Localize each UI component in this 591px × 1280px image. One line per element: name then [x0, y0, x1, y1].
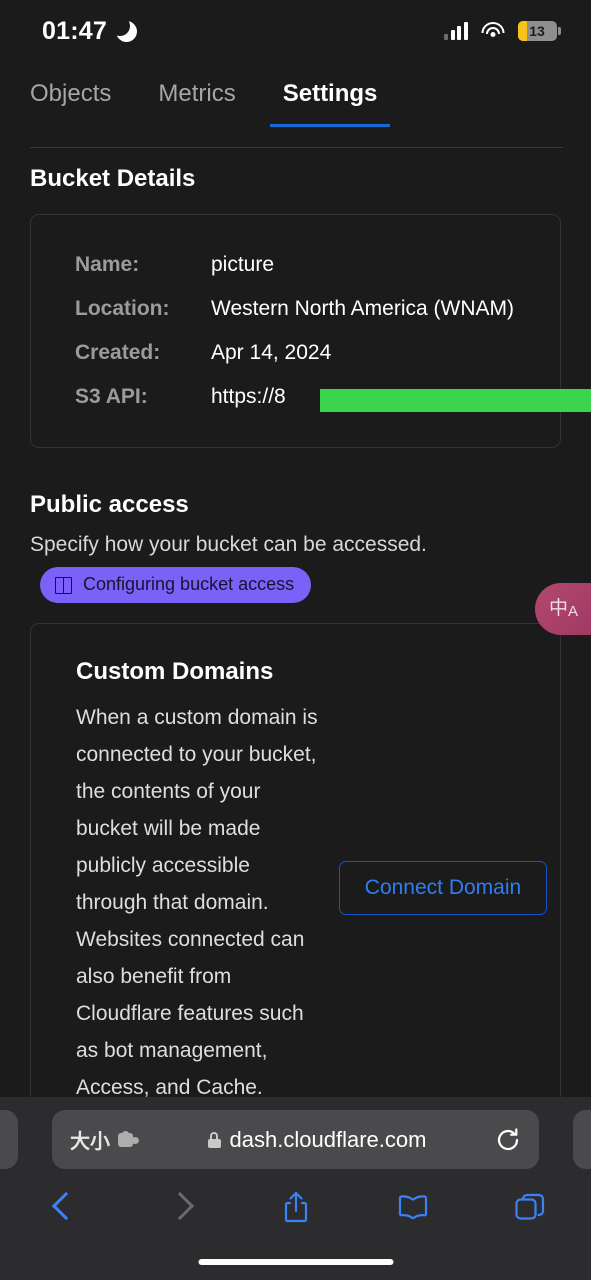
bookmarks-button[interactable]: [390, 1184, 436, 1230]
detail-value: Western North America (WNAM): [211, 297, 514, 320]
phone-screen: 01:47 13 Objects Metrics Settings Bucket…: [0, 0, 591, 1280]
translate-glyph-secondary: A: [568, 603, 578, 620]
puzzle-piece-icon[interactable]: [118, 1130, 139, 1149]
battery-indicator: 13: [517, 21, 561, 41]
back-icon: [53, 1192, 70, 1222]
custom-domains-card: Custom Domains When a custom domain is c…: [30, 623, 561, 1097]
home-indicator: [198, 1259, 393, 1265]
forward-icon: [170, 1192, 187, 1222]
detail-label: Name:: [75, 253, 140, 276]
detail-label: Location:: [75, 297, 170, 320]
detail-label: S3 API:: [75, 385, 148, 408]
battery-percent: 13: [529, 23, 545, 39]
back-button[interactable]: [38, 1184, 84, 1230]
share-icon: [284, 1191, 307, 1223]
browser-chrome: 大小 dash.cloudflare.com: [0, 1097, 591, 1280]
tab-metrics[interactable]: Metrics: [158, 80, 235, 127]
tab-settings[interactable]: Settings: [269, 80, 391, 127]
url-text: dash.cloudflare.com: [229, 1126, 427, 1152]
book-icon: [398, 1195, 427, 1220]
configuring-bucket-access-link[interactable]: Configuring bucket access: [40, 567, 312, 603]
redaction-highlight: [320, 389, 591, 412]
custom-domains-heading: Custom Domains: [76, 658, 274, 685]
status-bar: 01:47 13: [0, 0, 591, 62]
tab-bar-divider: [30, 147, 563, 148]
detail-value: https://8: [211, 385, 286, 408]
previous-tab-peek[interactable]: [0, 1110, 18, 1169]
forward-button[interactable]: [155, 1184, 201, 1230]
detail-row-created: Created: Apr 14, 2024: [31, 341, 560, 365]
cellular-signal-icon: [444, 22, 468, 40]
url-display[interactable]: dash.cloudflare.com: [139, 1127, 495, 1153]
next-tab-peek[interactable]: [573, 1110, 591, 1169]
detail-value: Apr 14, 2024: [211, 341, 332, 364]
share-button[interactable]: [273, 1184, 319, 1230]
status-bar-left: 01:47: [42, 15, 137, 46]
clock: 01:47: [42, 16, 107, 45]
translate-button[interactable]: 中 A: [535, 583, 591, 635]
detail-row-name: Name: picture: [31, 253, 560, 277]
custom-domains-body: When a custom domain is connected to you…: [31, 686, 560, 1097]
public-access-description: Specify how your bucket can be accessed.: [30, 533, 427, 556]
connect-domain-wrapper: Connect Domain: [326, 686, 560, 915]
address-bar[interactable]: 大小 dash.cloudflare.com: [52, 1110, 539, 1169]
browser-nav-bar: [0, 1169, 591, 1235]
translate-icon: 中 A: [548, 598, 578, 620]
custom-domains-description: When a custom domain is connected to you…: [76, 706, 318, 1097]
connect-domain-button[interactable]: Connect Domain: [338, 861, 548, 915]
detail-label: Created:: [75, 341, 161, 364]
bucket-details-heading: Bucket Details: [30, 165, 196, 192]
public-access-heading: Public access: [30, 491, 189, 518]
doc-link-wrapper: Configuring bucket access: [0, 557, 591, 603]
lock-icon: [207, 1131, 221, 1148]
detail-value: picture: [211, 253, 275, 276]
book-icon: [55, 577, 72, 594]
wifi-icon: [481, 22, 505, 40]
reload-icon[interactable]: [495, 1127, 521, 1153]
tabs-icon: [515, 1193, 545, 1220]
detail-row-location: Location: Western North America (WNAM): [31, 297, 560, 321]
crescent-moon-icon: [109, 15, 137, 42]
tab-bar: Objects Metrics Settings: [0, 62, 591, 148]
text-size-button[interactable]: 大小: [70, 1125, 110, 1154]
status-bar-right: 13: [444, 21, 561, 41]
bucket-details-card: Name: picture Location: Western North Am…: [30, 214, 591, 448]
custom-domains-description-block: When a custom domain is connected to you…: [76, 686, 326, 1097]
translate-glyph-primary: 中: [548, 598, 568, 619]
tab-objects[interactable]: Objects: [30, 80, 111, 127]
detail-row-s3-api: S3 API: https://8: [31, 385, 591, 412]
web-page-content: Objects Metrics Settings Bucket Details …: [0, 62, 591, 1097]
doc-link-label: Configuring bucket access: [83, 574, 295, 594]
address-bar-row: 大小 dash.cloudflare.com: [0, 1097, 591, 1169]
tabs-button[interactable]: [507, 1184, 553, 1230]
